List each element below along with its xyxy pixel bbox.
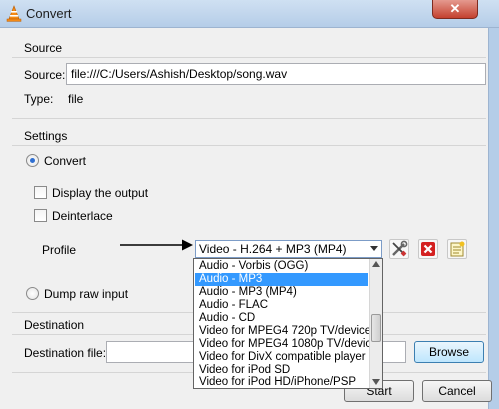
wrench-screwdriver-icon: [392, 240, 408, 257]
dropdown-scrollbar[interactable]: [369, 259, 382, 388]
scroll-down-icon[interactable]: [372, 379, 380, 385]
cancel-button[interactable]: Cancel: [422, 380, 492, 402]
window-frame-right: [488, 28, 499, 409]
source-separator: [12, 57, 486, 58]
display-output-label: Display the output: [52, 186, 149, 200]
profile-dropdown-list[interactable]: Audio - Vorbis (OGG) Audio - MP3 Audio -…: [193, 258, 383, 389]
settings-group-label: Settings: [24, 129, 68, 143]
dump-raw-radio[interactable]: [26, 287, 39, 300]
close-button[interactable]: ✕: [432, 0, 478, 19]
profile-option[interactable]: Audio - FLAC: [195, 299, 368, 312]
new-profile-button[interactable]: [447, 239, 467, 259]
profile-option[interactable]: Audio - Vorbis (OGG): [195, 260, 368, 273]
scroll-up-icon[interactable]: [372, 261, 380, 267]
settings-top-separator: [12, 118, 486, 119]
profile-option[interactable]: Video for MPEG4 720p TV/device: [195, 325, 371, 338]
destination-group-label: Destination: [24, 318, 85, 332]
new-document-icon: [450, 241, 465, 257]
display-output-checkbox[interactable]: [34, 186, 47, 199]
profile-selected-value: Video - H.264 + MP3 (MP4): [199, 242, 347, 256]
profile-option-selected[interactable]: Audio - MP3: [195, 273, 368, 286]
convert-radio[interactable]: [26, 154, 39, 167]
close-icon: ✕: [449, 1, 461, 16]
edit-profile-button[interactable]: [389, 239, 409, 259]
vlc-cone-icon: [6, 5, 22, 22]
type-value: file: [68, 92, 84, 106]
dump-raw-label: Dump raw input: [44, 287, 129, 301]
profile-select[interactable]: Video - H.264 + MP3 (MP4): [195, 240, 382, 258]
profile-option[interactable]: Audio - CD: [195, 312, 368, 325]
deinterlace-checkbox[interactable]: [34, 209, 47, 222]
chevron-down-icon: [370, 246, 378, 251]
profile-option[interactable]: Video for DivX compatible player: [195, 351, 368, 364]
type-label: Type:: [24, 92, 54, 106]
arrow-right-icon: [120, 239, 193, 251]
delete-profile-button[interactable]: [418, 239, 438, 259]
source-label: Source:: [24, 68, 66, 82]
convert-label: Convert: [44, 154, 87, 168]
settings-separator: [12, 145, 486, 146]
profile-label: Profile: [42, 243, 77, 257]
title-bar: [0, 0, 499, 28]
source-input[interactable]: file:///C:/Users/Ashish/Desktop/song.wav: [66, 63, 486, 85]
profile-option[interactable]: Video for MPEG4 1080p TV/device: [195, 338, 378, 351]
source-group-label: Source: [24, 41, 63, 55]
scrollbar-thumb[interactable]: [371, 314, 381, 342]
red-x-icon: [421, 242, 435, 256]
browse-button[interactable]: Browse: [414, 341, 484, 363]
profile-option[interactable]: Audio - MP3 (MP4): [195, 286, 368, 299]
deinterlace-label: Deinterlace: [52, 209, 113, 223]
window-title: Convert: [26, 6, 72, 21]
destination-file-label: Destination file:: [24, 346, 107, 360]
profile-option[interactable]: Video for iPod HD/iPhone/PSP: [195, 376, 368, 388]
